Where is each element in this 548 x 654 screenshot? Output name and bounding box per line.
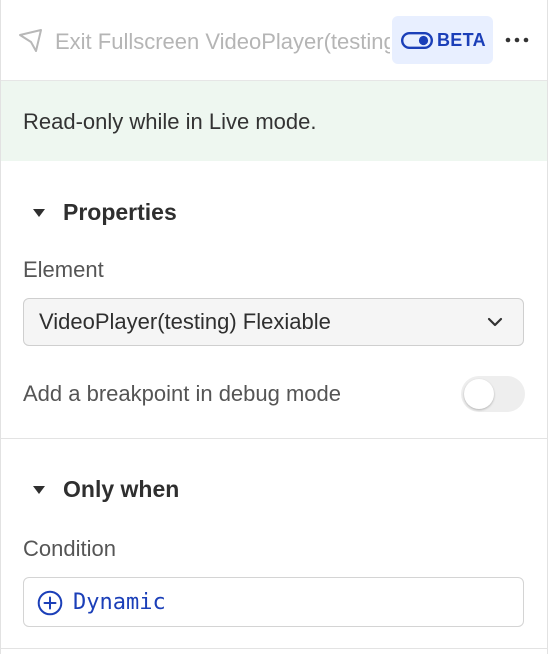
switch-knob xyxy=(464,379,494,409)
properties-section-toggle[interactable]: Properties xyxy=(1,192,547,232)
toggle-icon xyxy=(401,32,434,50)
action-properties-panel: Exit Fullscreen VideoPlayer(testing) Fle… xyxy=(0,0,548,654)
condition-label: Condition xyxy=(23,536,116,561)
section-divider xyxy=(1,648,547,649)
breakpoint-label: Add a breakpoint in debug mode xyxy=(23,381,342,406)
element-select[interactable]: VideoPlayer(testing) Flexiable xyxy=(23,298,524,346)
live-mode-notice: Read-only while in Live mode. xyxy=(1,81,547,161)
element-select-value: VideoPlayer(testing) Flexiable xyxy=(39,309,331,334)
notice-text: Read-only while in Live mode. xyxy=(23,109,317,134)
plus-circle-icon xyxy=(37,590,63,616)
beta-toggle-button[interactable]: BETA xyxy=(392,16,493,64)
chevron-down-icon xyxy=(486,314,504,330)
breakpoint-switch[interactable] xyxy=(461,376,525,412)
action-title: Exit Fullscreen VideoPlayer(testing) Fle… xyxy=(55,29,390,54)
more-horizontal-icon[interactable] xyxy=(505,30,529,50)
caret-down-icon xyxy=(31,206,47,218)
only-when-section-toggle[interactable]: Only when xyxy=(1,469,547,509)
section-divider xyxy=(1,438,547,439)
cursor-arrow-icon xyxy=(17,28,45,56)
properties-title: Properties xyxy=(63,199,177,225)
only-when-title: Only when xyxy=(63,476,180,502)
element-label: Element xyxy=(23,257,104,282)
panel-header: Exit Fullscreen VideoPlayer(testing) Fle… xyxy=(1,0,547,81)
condition-dynamic-input[interactable]: Dynamic xyxy=(23,577,524,627)
caret-down-icon xyxy=(31,483,47,495)
dynamic-label: Dynamic xyxy=(73,590,166,615)
beta-label: BETA xyxy=(437,30,486,50)
